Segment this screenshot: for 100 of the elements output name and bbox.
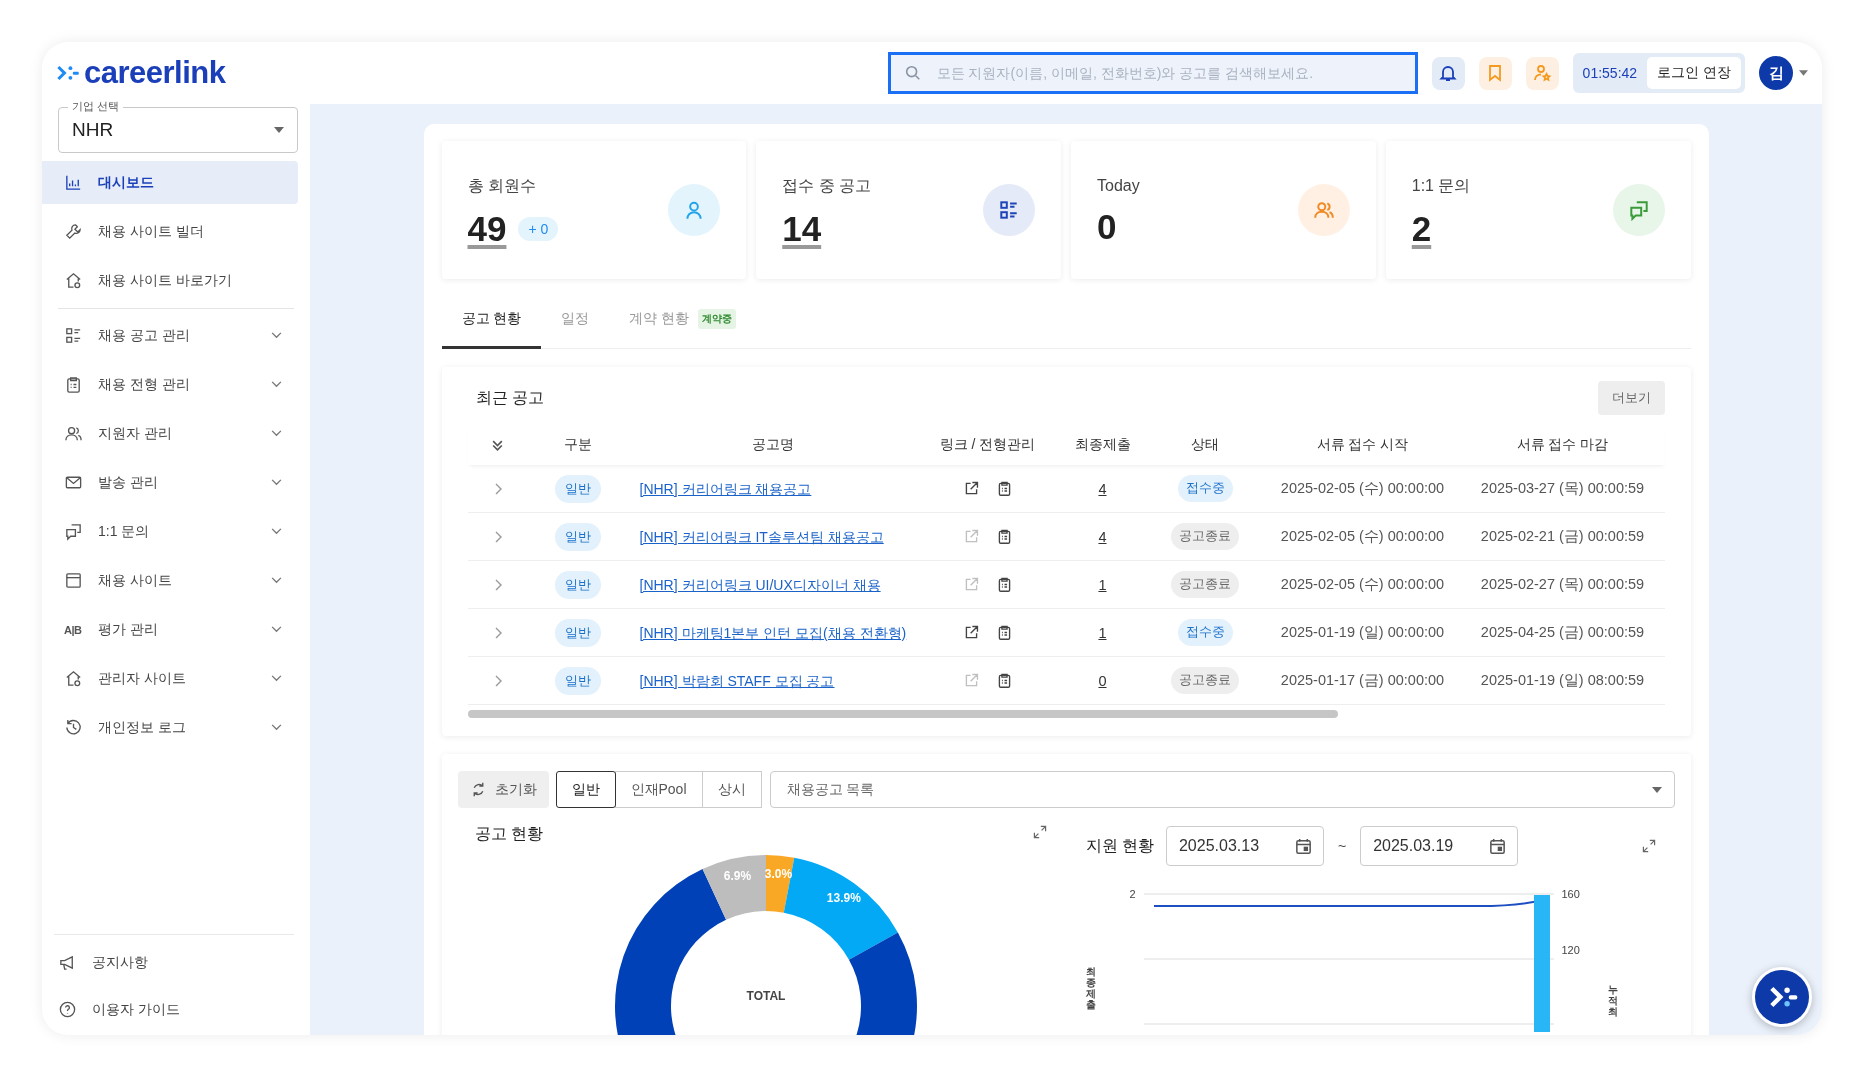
company-select[interactable]: 기업 선택 NHR bbox=[58, 99, 298, 153]
table-cell: 2025-04-25 (금) 00:00:59 bbox=[1480, 623, 1645, 642]
list-icon bbox=[64, 326, 83, 345]
sidebar-label: 대시보드 bbox=[98, 173, 155, 192]
submission-count[interactable]: 1 bbox=[1098, 576, 1107, 593]
table-cell: 2025-02-05 (수) 00:00:00 bbox=[1280, 527, 1445, 546]
search-field[interactable]: 모든 지원자(이름, 이메일, 전화번호)와 공고를 검색해보세요. bbox=[887, 52, 1418, 94]
chevron-icon[interactable] bbox=[493, 626, 502, 639]
status-tag: 공고종료 bbox=[1171, 667, 1239, 694]
chevron-icon[interactable] bbox=[493, 578, 502, 591]
status-badge: 계약중 bbox=[698, 308, 737, 329]
posting-link[interactable]: [NHR] 박람회 STAFF 모집 공고 bbox=[639, 671, 835, 690]
column-header: 구분 bbox=[562, 436, 593, 454]
type-tag: 일반 bbox=[554, 570, 601, 599]
sidebar-label: 채용 사이트 바로가기 bbox=[98, 271, 233, 290]
segment-button[interactable]: 상시 bbox=[701, 771, 762, 808]
total-label: TOTAL bbox=[746, 989, 786, 1003]
user-avatar[interactable]: 김 bbox=[1759, 56, 1793, 90]
sidebar-item[interactable]: A|B 평가 관리 bbox=[42, 608, 298, 651]
submission-count[interactable]: 4 bbox=[1098, 480, 1107, 497]
column-header: 서류 접수 마감 bbox=[1515, 436, 1610, 454]
stat-value[interactable]: 2 bbox=[1411, 208, 1432, 249]
sidebar-item[interactable]: 지원자 관리 bbox=[42, 412, 298, 455]
session-timer: 01:55:42 bbox=[1582, 65, 1638, 81]
stat-value[interactable]: 49 bbox=[467, 208, 507, 249]
sidebar-item[interactable]: 채용 사이트 바로가기 bbox=[42, 259, 298, 302]
table-cell: 2025-02-27 (목) 00:00:59 bbox=[1480, 575, 1645, 594]
sidebar-footer-item[interactable]: 이용자 가이드 bbox=[54, 988, 294, 1031]
sidebar-item[interactable]: 채용 사이트 빌더 bbox=[42, 210, 298, 253]
expand-icon[interactable] bbox=[1031, 824, 1048, 840]
date-field[interactable]: 2025.03.13 bbox=[1165, 826, 1324, 866]
sidebar-item[interactable]: 관리자 사이트 bbox=[42, 657, 298, 700]
type-tag: 일반 bbox=[554, 666, 601, 695]
sidebar-label: 1:1 문의 bbox=[98, 522, 151, 541]
sidebar-item[interactable]: 채용 사이트 bbox=[42, 559, 298, 602]
posting-link[interactable]: [NHR] 커리어링크 IT솔루션팀 채용공고 bbox=[639, 527, 884, 546]
slice-label: 6.9% bbox=[723, 869, 752, 884]
stat-value[interactable]: 14 bbox=[782, 208, 822, 249]
column-header: 최종제출 bbox=[1073, 436, 1132, 454]
posting-link[interactable]: [NHR] 마케팅1본부 인턴 모집(채용 전환형) bbox=[639, 623, 907, 642]
careerlink-logo[interactable]: careerlink bbox=[56, 55, 226, 91]
tab[interactable]: 계약 현황 계약중 bbox=[609, 291, 757, 349]
tab[interactable]: 공고 현황 bbox=[441, 291, 542, 349]
axis-tick: 120 bbox=[1561, 944, 1581, 956]
sidebar-item[interactable]: 대시보드 bbox=[42, 161, 298, 204]
table-cell: 2025-01-19 (일) 08:00:59 bbox=[1480, 671, 1645, 690]
chevron-icon bbox=[271, 381, 282, 388]
more-button[interactable]: 더보기 bbox=[1597, 381, 1665, 415]
sidebar-item[interactable]: 발송 관리 bbox=[42, 461, 298, 504]
posting-select[interactable]: 채용공고 목록 bbox=[769, 771, 1675, 808]
extend-login-button[interactable]: 로그인 연장 bbox=[1647, 57, 1741, 89]
help-icon bbox=[58, 1000, 77, 1019]
sidebar-label: 관리자 사이트 bbox=[98, 669, 187, 688]
caret-icon bbox=[1651, 786, 1662, 793]
table-cell: 2025-01-19 (일) 00:00:00 bbox=[1280, 623, 1445, 642]
submission-count[interactable]: 4 bbox=[1098, 528, 1107, 545]
field-label: 기업 선택 bbox=[68, 99, 124, 113]
sidebar-label: 지원자 관리 bbox=[98, 424, 173, 443]
chevron-icon bbox=[271, 577, 282, 584]
segment-button[interactable]: 일반 bbox=[555, 771, 616, 808]
chevron-icon bbox=[271, 430, 282, 437]
type-tag: 일반 bbox=[554, 474, 601, 503]
submission-count[interactable]: 1 bbox=[1098, 624, 1107, 641]
slice-label: 13.9% bbox=[826, 891, 861, 906]
chevron-icon bbox=[271, 626, 282, 633]
posting-link[interactable]: [NHR] 커리어링크 UI/UX디자이너 채용 bbox=[639, 575, 881, 594]
segment-button[interactable]: 인재Pool bbox=[614, 771, 703, 808]
table-cell: 2025-02-21 (금) 00:00:59 bbox=[1480, 527, 1645, 546]
chevron-icon[interactable] bbox=[493, 674, 502, 687]
notification-button[interactable] bbox=[1431, 56, 1465, 90]
sidebar-item[interactable]: 채용 공고 관리 bbox=[42, 314, 298, 357]
sidebar-item[interactable]: 1:1 문의 bbox=[42, 510, 298, 553]
calendar-icon bbox=[1293, 836, 1313, 856]
sidebar-label: 평가 관리 bbox=[98, 620, 159, 639]
date-field[interactable]: 2025.03.19 bbox=[1360, 826, 1519, 866]
sidebar-label: 채용 사이트 bbox=[98, 571, 173, 590]
person-star-icon bbox=[1532, 63, 1553, 83]
window-icon bbox=[64, 571, 83, 590]
table-cell: 2025-02-05 (수) 00:00:00 bbox=[1280, 575, 1445, 594]
posting-link[interactable]: [NHR] 커리어링크 채용공고 bbox=[639, 479, 812, 498]
sidebar-label: 개인정보 로그 bbox=[98, 718, 187, 737]
table-cell: 2025-01-17 (금) 00:00:00 bbox=[1280, 671, 1445, 690]
sidebar-footer-item[interactable]: 공지사항 bbox=[54, 941, 294, 984]
stat-label: 접수 중 공고 bbox=[782, 175, 873, 196]
reset-button[interactable]: 초기화 bbox=[457, 771, 549, 808]
scrollbar-thumb[interactable] bbox=[467, 710, 1338, 718]
chevron-icon[interactable] bbox=[493, 530, 502, 543]
expand-icon[interactable] bbox=[1640, 838, 1657, 854]
chevron-icon[interactable] bbox=[493, 482, 502, 495]
submission-count[interactable]: 0 bbox=[1098, 672, 1107, 689]
chart-icon bbox=[64, 173, 83, 192]
stat-value: 0 bbox=[1097, 207, 1117, 247]
double-chevron-icon[interactable] bbox=[491, 438, 504, 452]
chat-icon bbox=[64, 522, 83, 541]
history-icon bbox=[64, 718, 83, 737]
type-tag: 일반 bbox=[554, 522, 601, 551]
caret-icon[interactable] bbox=[1799, 70, 1808, 76]
sidebar-item[interactable]: 개인정보 로그 bbox=[42, 706, 298, 749]
sidebar-item[interactable]: 채용 전형 관리 bbox=[42, 363, 298, 406]
chevron-icon bbox=[271, 528, 282, 535]
